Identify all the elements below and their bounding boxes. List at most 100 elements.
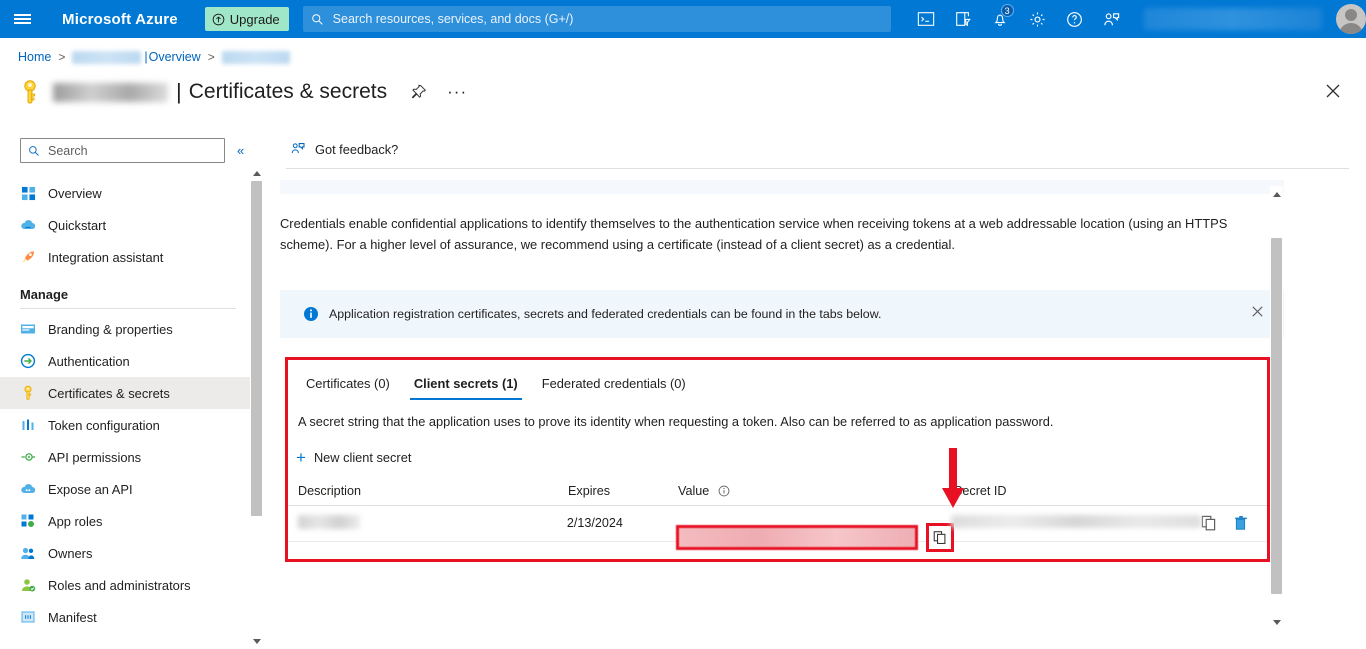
sidebar-scroll-down-icon[interactable] (250, 633, 263, 649)
sidebar-item-label: Certificates & secrets (48, 386, 170, 401)
sidebar-item-label: Quickstart (48, 218, 106, 233)
directories-subscriptions-icon[interactable] (945, 0, 982, 38)
sidebar-item-label: Manifest (48, 610, 97, 625)
help-question-icon[interactable] (1056, 0, 1093, 38)
tab-federated-credentials[interactable]: Federated credentials (0) (530, 376, 698, 400)
roles-admin-icon (20, 577, 36, 593)
sidebar-search-input[interactable] (46, 143, 217, 159)
breadcrumb-overview[interactable]: Overview (149, 50, 201, 64)
info-banner-close-icon[interactable] (1250, 304, 1264, 318)
collapse-sidebar-button[interactable]: « (237, 143, 242, 158)
table-row[interactable]: 2/13/2024 (288, 506, 1267, 542)
sidebar-item-expose-an-api[interactable]: Expose an API (0, 473, 250, 505)
settings-gear-icon[interactable] (1019, 0, 1056, 38)
column-header-expires: Expires (568, 484, 678, 498)
sidebar-item-integration-assistant[interactable]: Integration assistant (0, 241, 250, 273)
sidebar-group-support: Support + Troubleshooting (0, 633, 250, 649)
content-divider (286, 168, 1349, 169)
sidebar-scroll-up-icon[interactable] (250, 165, 263, 181)
cell-secret-id (951, 515, 1201, 531)
search-icon (28, 145, 40, 157)
info-circle-icon[interactable] (718, 485, 730, 497)
new-client-secret-label: New client secret (314, 450, 411, 465)
sidebar-item-authentication[interactable]: Authentication (0, 345, 250, 377)
sidebar-scrollbar[interactable] (250, 165, 263, 649)
close-icon[interactable] (1322, 80, 1344, 102)
cell-expires: 2/13/2024 (567, 516, 677, 530)
tenant-name-redacted (1144, 8, 1322, 30)
client-secrets-card: Certificates (0) Client secrets (1) Fede… (285, 357, 1270, 562)
expose-api-cloud-icon (20, 481, 36, 497)
more-actions-button[interactable]: ··· (447, 88, 467, 96)
sidebar-item-label: Overview (48, 186, 102, 201)
user-avatar[interactable] (1336, 4, 1366, 34)
sidebar-item-quickstart[interactable]: Quickstart (0, 209, 250, 241)
sidebar-item-manifest[interactable]: Manifest (0, 601, 250, 633)
breadcrumb-separator-2: > (208, 50, 215, 64)
upgrade-arrow-icon (212, 13, 225, 26)
cell-row-actions (1201, 515, 1267, 531)
sidebar-item-label: Roles and administrators (48, 578, 191, 593)
blade-sidebar: « Overview (0, 120, 250, 649)
cloud-shell-icon[interactable] (908, 0, 945, 38)
sidebar-item-label: Authentication (48, 354, 130, 369)
tab-certificates[interactable]: Certificates (0) (294, 376, 402, 400)
notifications-bell-icon[interactable]: 3 (982, 0, 1019, 38)
upgrade-button[interactable]: Upgrade (205, 7, 289, 31)
global-search-box[interactable] (303, 6, 891, 32)
feedback-person-icon (290, 141, 306, 157)
authentication-icon (20, 353, 36, 369)
sidebar-item-label: Owners (48, 546, 92, 561)
token-bars-icon (20, 417, 36, 433)
sidebar-item-label: Expose an API (48, 482, 133, 497)
secret-id-redacted (951, 515, 1201, 528)
content-scroll-down-icon[interactable] (1270, 614, 1283, 630)
blade-title-row: | Certificates & secrets ··· (18, 72, 467, 112)
column-header-value-label: Value (678, 484, 709, 498)
header-icon-group: 3 (908, 0, 1366, 38)
breadcrumb-separator-1: > (58, 50, 65, 64)
breadcrumb-home[interactable]: Home (18, 50, 51, 64)
content-scroll-up-icon[interactable] (1270, 186, 1283, 202)
sidebar-search-box[interactable] (20, 138, 225, 163)
sidebar-item-certificates-secrets[interactable]: Certificates & secrets (0, 377, 250, 409)
sidebar-item-app-roles[interactable]: App roles (0, 505, 250, 537)
sidebar-item-branding-properties[interactable]: Branding & properties (0, 313, 250, 345)
description-redacted (298, 515, 360, 529)
grid-overview-icon (20, 185, 36, 201)
azure-brand-logo[interactable]: Microsoft Azure (62, 11, 178, 28)
content-scrollbar[interactable] (1270, 186, 1283, 630)
got-feedback-button[interactable]: Got feedback? (266, 120, 566, 157)
title-separator: | (176, 79, 182, 105)
breadcrumb-app-redacted[interactable] (72, 51, 141, 64)
pin-icon[interactable] (411, 84, 427, 100)
content-scrollbar-thumb[interactable] (1271, 238, 1282, 594)
sidebar-item-owners[interactable]: Owners (0, 537, 250, 569)
breadcrumb-current-redacted[interactable] (222, 51, 290, 64)
api-permissions-icon (20, 449, 36, 465)
rocket-icon (20, 249, 36, 265)
sidebar-item-api-permissions[interactable]: API permissions (0, 441, 250, 473)
sidebar-scrollbar-thumb[interactable] (251, 181, 262, 516)
secret-value-redacted-highlight[interactable] (676, 525, 918, 550)
branding-icon (20, 321, 36, 337)
breadcrumb-pipe: | (144, 50, 147, 64)
global-header: Microsoft Azure Upgrade (0, 0, 1366, 38)
sidebar-item-token-configuration[interactable]: Token configuration (0, 409, 250, 441)
cloud-quickstart-icon (20, 217, 36, 233)
new-client-secret-button[interactable]: + New client secret (296, 450, 411, 465)
tab-client-secrets[interactable]: Client secrets (1) (402, 376, 530, 400)
sidebar-group-manage: Manage (0, 273, 250, 306)
sidebar-item-overview[interactable]: Overview (0, 177, 250, 209)
copy-value-button[interactable] (926, 523, 954, 552)
key-icon (18, 79, 42, 105)
hamburger-menu-icon[interactable] (0, 0, 44, 38)
azure-portal-page: Microsoft Azure Upgrade (0, 0, 1366, 649)
delete-trash-icon[interactable] (1233, 515, 1249, 531)
column-header-value: Value (678, 484, 954, 498)
info-banner: Application registration certificates, s… (280, 290, 1284, 338)
copy-icon[interactable] (1201, 515, 1217, 531)
feedback-person-icon[interactable] (1093, 0, 1130, 38)
sidebar-item-roles-and-administrators[interactable]: Roles and administrators (0, 569, 250, 601)
global-search-input[interactable] (331, 11, 883, 27)
